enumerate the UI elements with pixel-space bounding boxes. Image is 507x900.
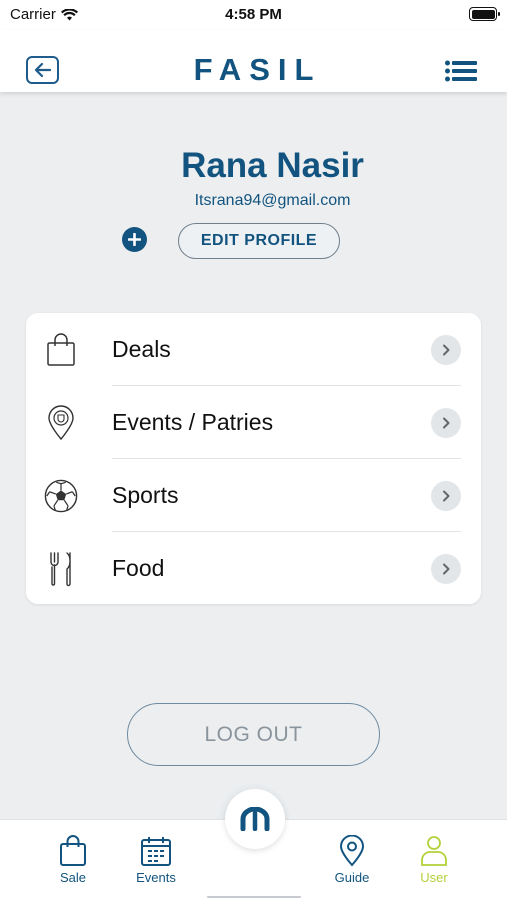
add-photo-button[interactable] bbox=[122, 227, 147, 252]
tab-events[interactable]: Events bbox=[121, 835, 191, 885]
menu-card: Deals Events / Patries Sports Food bbox=[26, 313, 481, 604]
chevron-right-icon bbox=[431, 480, 461, 511]
tab-label: Events bbox=[136, 870, 176, 885]
menu-button[interactable] bbox=[445, 60, 477, 82]
logout-button[interactable]: LOG OUT bbox=[127, 703, 380, 766]
menu-item-sports[interactable]: Sports bbox=[26, 459, 481, 532]
chevron-right-icon bbox=[431, 334, 461, 365]
shopping-bag-icon bbox=[60, 835, 86, 866]
list-icon bbox=[445, 60, 477, 82]
center-home-button[interactable] bbox=[225, 789, 285, 849]
menu-item-food[interactable]: Food bbox=[26, 532, 481, 605]
clock: 4:58 PM bbox=[225, 6, 282, 23]
plus-icon bbox=[128, 233, 141, 246]
battery-icon bbox=[469, 7, 500, 21]
shopping-bag-icon bbox=[44, 332, 78, 367]
tab-user[interactable]: User bbox=[399, 835, 469, 885]
edit-profile-button[interactable]: EDIT PROFILE bbox=[178, 223, 340, 259]
menu-item-label: Sports bbox=[112, 482, 179, 508]
app-logo: FASIL bbox=[193, 52, 322, 87]
menu-item-deals[interactable]: Deals bbox=[26, 313, 481, 386]
map-pin-icon bbox=[339, 835, 365, 867]
tab-label: Guide bbox=[334, 870, 370, 885]
tab-label: Sale bbox=[59, 870, 87, 885]
profile-email: Itsrana94@gmail.com bbox=[194, 192, 351, 209]
menu-item-label: Events / Patries bbox=[112, 409, 274, 435]
tab-label: User bbox=[420, 870, 448, 885]
chevron-right-icon bbox=[431, 407, 461, 438]
tab-sale[interactable]: Sale bbox=[38, 835, 108, 885]
fasil-logo-icon bbox=[240, 807, 270, 831]
nav-header: FASIL bbox=[0, 30, 507, 92]
menu-item-events[interactable]: Events / Patries bbox=[26, 386, 481, 459]
calendar-icon bbox=[141, 837, 171, 866]
profile-name: Rana Nasir bbox=[181, 146, 364, 185]
user-icon bbox=[421, 836, 447, 866]
status-bar: Carrier 4:58 PM bbox=[0, 0, 507, 30]
home-indicator bbox=[207, 896, 301, 898]
location-badge-icon bbox=[44, 404, 78, 440]
chevron-right-icon bbox=[431, 553, 461, 584]
menu-item-label: Food bbox=[112, 555, 165, 581]
soccer-ball-icon bbox=[44, 479, 78, 513]
fork-knife-icon bbox=[44, 551, 78, 586]
menu-item-label: Deals bbox=[112, 336, 171, 362]
tab-guide[interactable]: Guide bbox=[317, 835, 387, 885]
